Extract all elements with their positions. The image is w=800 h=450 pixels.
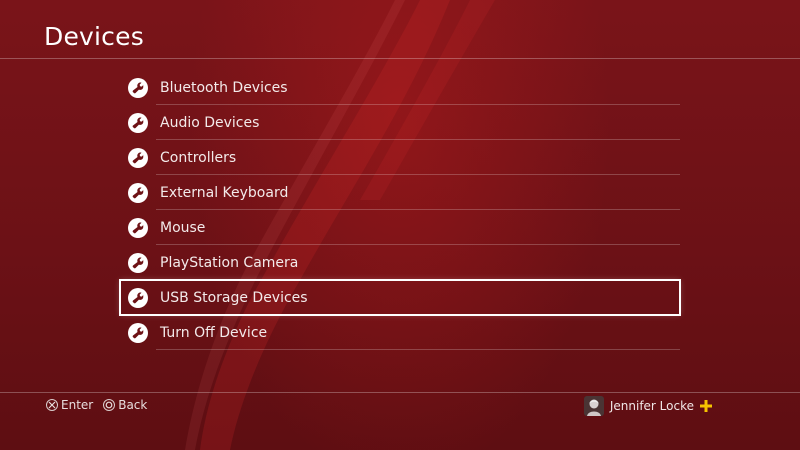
- menu-item-usb-storage-devices[interactable]: USB Storage Devices: [119, 279, 681, 316]
- wrench-icon: [128, 217, 148, 238]
- menu-item-playstation-camera[interactable]: PlayStation Camera: [120, 245, 680, 280]
- menu-item-label: Bluetooth Devices: [160, 79, 288, 96]
- wrench-icon: [128, 77, 148, 98]
- avatar: [583, 396, 604, 416]
- menu-item-label: Audio Devices: [160, 114, 260, 131]
- menu-item-label: Controllers: [160, 149, 237, 166]
- enter-label: Enter: [61, 398, 94, 412]
- menu-item-mouse[interactable]: Mouse: [120, 210, 680, 245]
- menu-item-controllers[interactable]: Controllers: [120, 140, 680, 175]
- user-profile: Jennifer Locke: [583, 396, 712, 416]
- menu-item-label: Mouse: [160, 219, 206, 236]
- wrench-icon: [128, 252, 148, 273]
- playstation-plus-icon: [700, 400, 712, 412]
- menu-item-external-keyboard[interactable]: External Keyboard: [120, 175, 680, 210]
- menu-item-bluetooth-devices[interactable]: Bluetooth Devices: [120, 70, 680, 105]
- header-divider: [0, 58, 800, 59]
- menu-item-audio-devices[interactable]: Audio Devices: [120, 105, 680, 140]
- menu-item-label: External Keyboard: [160, 184, 289, 201]
- menu-item-label: PlayStation Camera: [160, 254, 299, 271]
- user-name: Jennifer Locke: [609, 399, 694, 413]
- wrench-icon: [128, 287, 148, 308]
- circle-button-icon: [103, 399, 116, 411]
- wrench-icon: [128, 112, 148, 133]
- back-hint: Back: [103, 398, 147, 412]
- back-label: Back: [118, 398, 148, 412]
- menu-item-label: Turn Off Device: [160, 324, 268, 341]
- button-hints: Enter Back: [46, 398, 157, 412]
- footer-divider: [0, 392, 800, 393]
- wrench-icon: [128, 147, 148, 168]
- devices-menu: Bluetooth Devices Audio Devices Controll…: [119, 70, 681, 350]
- menu-item-label: USB Storage Devices: [160, 289, 308, 306]
- menu-item-turn-off-device[interactable]: Turn Off Device: [120, 315, 680, 350]
- wrench-icon: [128, 182, 148, 203]
- cross-button-icon: [46, 399, 58, 411]
- divider: [156, 349, 680, 350]
- page-title: Devices: [44, 22, 144, 51]
- enter-hint: Enter: [46, 398, 93, 412]
- wrench-icon: [128, 322, 148, 343]
